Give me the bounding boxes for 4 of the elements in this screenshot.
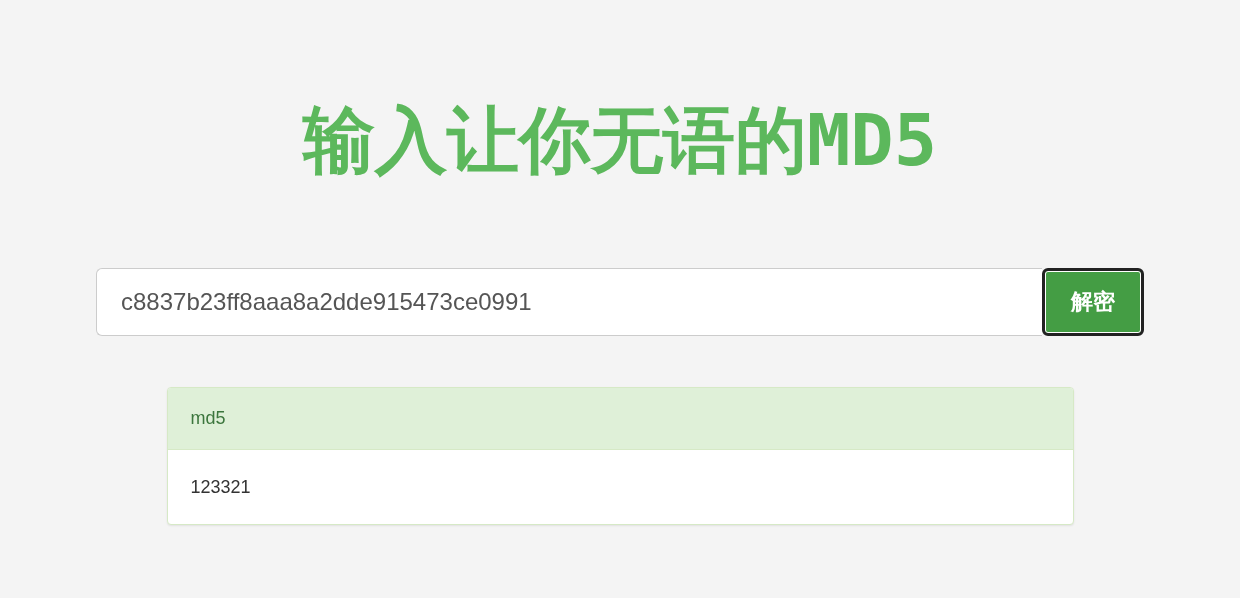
panel-heading: md5 (190, 408, 226, 429)
md5-input-field[interactable]: c8837b23ff8aaa8a2dde915473ce0991 (96, 268, 1042, 336)
result-text: 123321 (190, 476, 251, 498)
page-title: 输入让你无语的MD5 (302, 97, 937, 184)
